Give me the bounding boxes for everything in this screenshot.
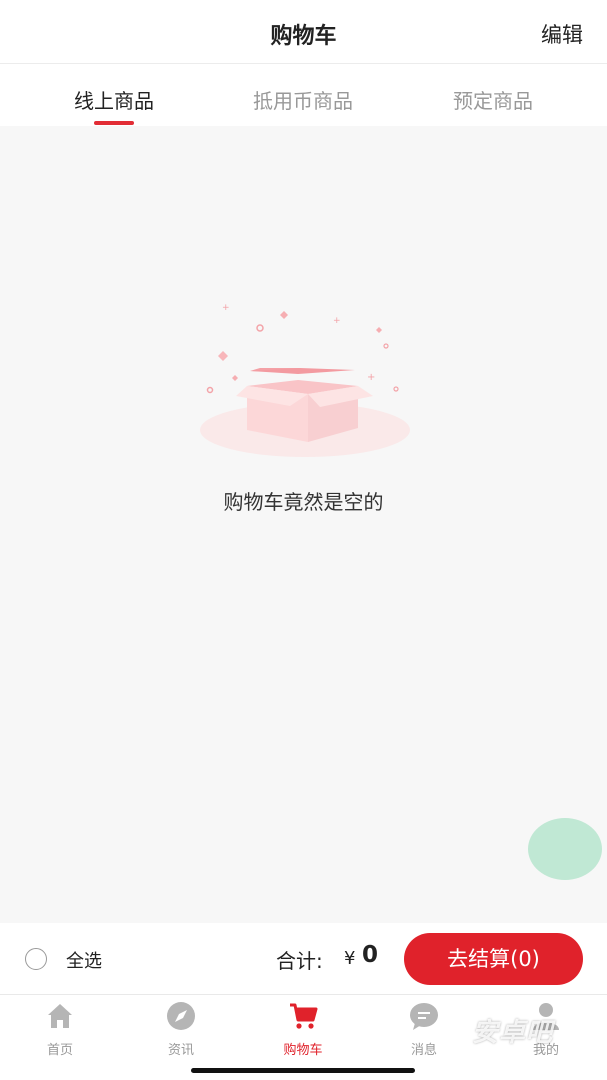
- tabbar-item-messages[interactable]: 消息: [364, 995, 484, 1058]
- page-title: 购物车: [270, 24, 337, 49]
- tabbar-label: 资讯: [167, 1043, 194, 1058]
- checkout-button[interactable]: 去结算(0): [404, 933, 583, 985]
- active-tab-indicator: [94, 121, 134, 125]
- top-navigation-bar: 购物车 编辑: [0, 0, 607, 64]
- compass-icon: [167, 1002, 195, 1030]
- tabbar-item-cart[interactable]: 购物车: [243, 995, 363, 1058]
- tabbar-item-news[interactable]: 资讯: [121, 995, 241, 1058]
- tab-coupon-goods[interactable]: 抵用币商品: [223, 85, 383, 114]
- edit-button[interactable]: 编辑: [541, 19, 583, 49]
- floating-action-button[interactable]: [528, 818, 602, 880]
- empty-cart-message: 购物车竟然是空的: [223, 490, 384, 514]
- tabbar-label: 购物车: [283, 1043, 323, 1058]
- tabbar-label: 消息: [410, 1043, 437, 1058]
- total-label: 合计:: [276, 949, 323, 973]
- select-all-label[interactable]: 全选: [66, 947, 102, 973]
- home-icon: [48, 1004, 72, 1028]
- tabbar-item-home[interactable]: 首页: [0, 995, 120, 1058]
- tab-online-goods[interactable]: 线上商品: [34, 85, 194, 114]
- home-indicator: [191, 1068, 415, 1073]
- message-icon: [410, 1003, 438, 1030]
- tabbar-label: 首页: [46, 1043, 73, 1058]
- svg-text:+: +: [333, 316, 341, 326]
- watermark-logo: 安卓吧: [472, 1018, 554, 1048]
- empty-box-illustration: + + +: [200, 303, 410, 457]
- cart-icon: [290, 1003, 318, 1029]
- svg-text:+: +: [222, 303, 230, 313]
- checkout-bar: 全选 合计: ¥ 0 去结算(0): [0, 923, 607, 995]
- select-all-radio[interactable]: [25, 948, 47, 970]
- cart-content-area: + + + 购物车竟然是空的: [0, 126, 607, 923]
- tab-reserved-goods[interactable]: 预定商品: [413, 85, 573, 114]
- total-amount: 0: [362, 942, 379, 968]
- tab-bar: 线上商品 抵用币商品 预定商品: [0, 64, 607, 126]
- currency-symbol: ¥: [344, 948, 356, 969]
- svg-text:+: +: [367, 372, 375, 383]
